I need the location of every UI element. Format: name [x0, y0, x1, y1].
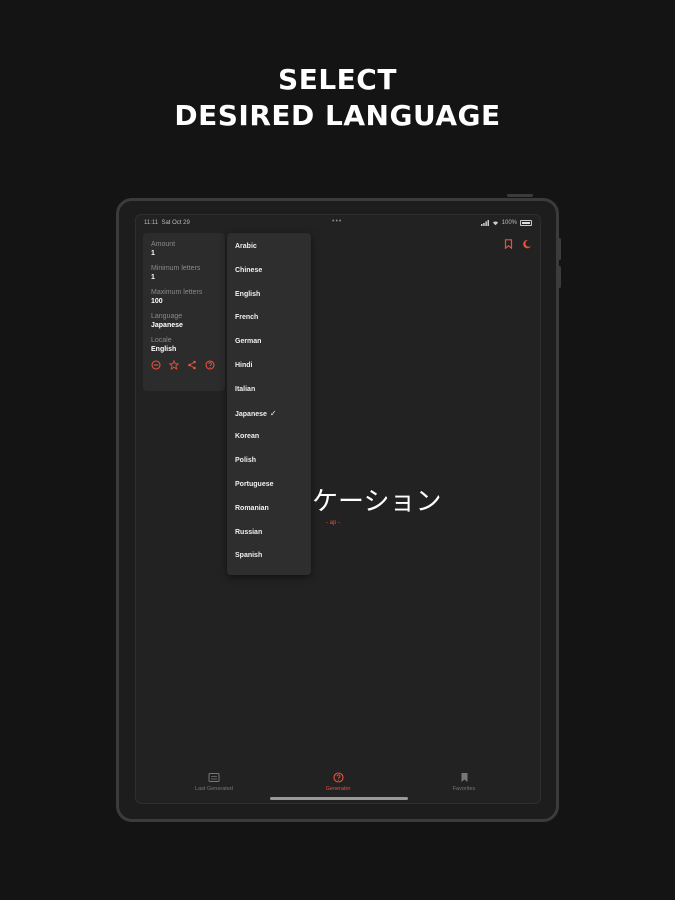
help-icon[interactable] — [205, 360, 215, 370]
language-option-french[interactable]: French — [227, 310, 311, 334]
language-option-japanese[interactable]: Japanese ✓ — [227, 406, 311, 430]
tab-last-generated[interactable]: Last Generated — [174, 771, 254, 792]
tablet-volume-up — [558, 238, 561, 260]
amount-field[interactable]: Amount 1 — [151, 240, 217, 258]
reset-icon[interactable] — [151, 360, 161, 370]
language-option-label: Arabic — [235, 243, 257, 250]
language-option-arabic[interactable]: Arabic — [227, 239, 311, 263]
status-bar: 11:11 Sat Oct 29 ••• 100% — [136, 215, 540, 231]
tablet-volume-down — [558, 266, 561, 288]
language-option-russian[interactable]: Russian — [227, 525, 311, 549]
locale-field[interactable]: Locale English — [151, 336, 217, 354]
bookmark-icon[interactable] — [504, 239, 513, 249]
language-option-label: Romanian — [235, 504, 269, 512]
moon-icon[interactable] — [522, 239, 532, 249]
language-option-label: French — [235, 314, 259, 322]
language-option-italian[interactable]: Italian — [227, 382, 311, 406]
generator-icon — [332, 772, 344, 783]
language-option-label: Polish — [235, 457, 257, 465]
generated-locale: - ap - — [326, 520, 341, 526]
language-option-label: Korean — [235, 433, 260, 441]
headline-line-2: DESIRED LANGUAGE — [174, 99, 501, 132]
language-option-label: Portuguese — [235, 480, 274, 488]
language-option-label: Japanese — [235, 410, 267, 418]
max-letters-field[interactable]: Maximum letters 100 — [151, 288, 217, 306]
list-icon — [208, 773, 220, 782]
battery-percent: 100% — [501, 220, 517, 226]
home-indicator[interactable] — [270, 797, 408, 800]
battery-icon — [520, 220, 532, 226]
language-option-label: English — [235, 290, 261, 298]
language-option-german[interactable]: German — [227, 334, 311, 358]
language-option-label: Russian — [235, 528, 263, 536]
wifi-icon — [492, 221, 498, 226]
language-field[interactable]: Language Japanese — [151, 312, 217, 330]
tab-favorites[interactable]: Favorites — [424, 771, 504, 792]
tablet-top-button — [507, 194, 533, 197]
device-screen: 11:11 Sat Oct 29 ••• 100% Amount 1 Minim… — [135, 214, 541, 804]
language-option-chinese[interactable]: Chinese — [227, 263, 311, 287]
language-option-korean[interactable]: Korean — [227, 429, 311, 453]
share-icon[interactable] — [187, 360, 197, 370]
language-option-label: German — [235, 338, 262, 346]
language-option-romanian[interactable]: Romanian — [227, 501, 311, 525]
language-option-spanish[interactable]: Spanish — [227, 548, 311, 572]
multitask-dots[interactable]: ••• — [332, 218, 342, 225]
settings-actions — [151, 360, 217, 370]
language-option-polish[interactable]: Polish — [227, 453, 311, 477]
status-time: 11:11 Sat Oct 29 — [144, 220, 190, 226]
language-option-hindi[interactable]: Hindi — [227, 358, 311, 382]
status-right: 100% — [480, 220, 532, 226]
headline-line-1: SELECT — [278, 63, 397, 96]
settings-panel: Amount 1 Minimum letters 1 Maximum lette… — [143, 233, 225, 391]
min-letters-field[interactable]: Minimum letters 1 — [151, 264, 217, 282]
headline: SELECT DESIRED LANGUAGE — [0, 62, 675, 134]
top-actions — [504, 239, 532, 249]
star-icon[interactable] — [169, 360, 179, 370]
tab-generator[interactable]: Generator — [298, 771, 378, 792]
checkmark-icon: ✓ — [269, 408, 277, 418]
language-option-label: Italian — [235, 385, 256, 393]
language-dropdown: Arabic Chinese English French German Hindi Ita… — [227, 233, 311, 575]
signal-icon — [480, 220, 489, 226]
language-option-label: Chinese — [235, 266, 263, 274]
language-option-english[interactable]: English — [227, 287, 311, 311]
generated-word: ケーション — [312, 487, 442, 517]
language-option-portuguese[interactable]: Portuguese — [227, 477, 311, 501]
language-option-label: Hindi — [235, 361, 253, 369]
language-option-label: Spanish — [235, 552, 263, 560]
favorites-icon — [461, 773, 467, 782]
